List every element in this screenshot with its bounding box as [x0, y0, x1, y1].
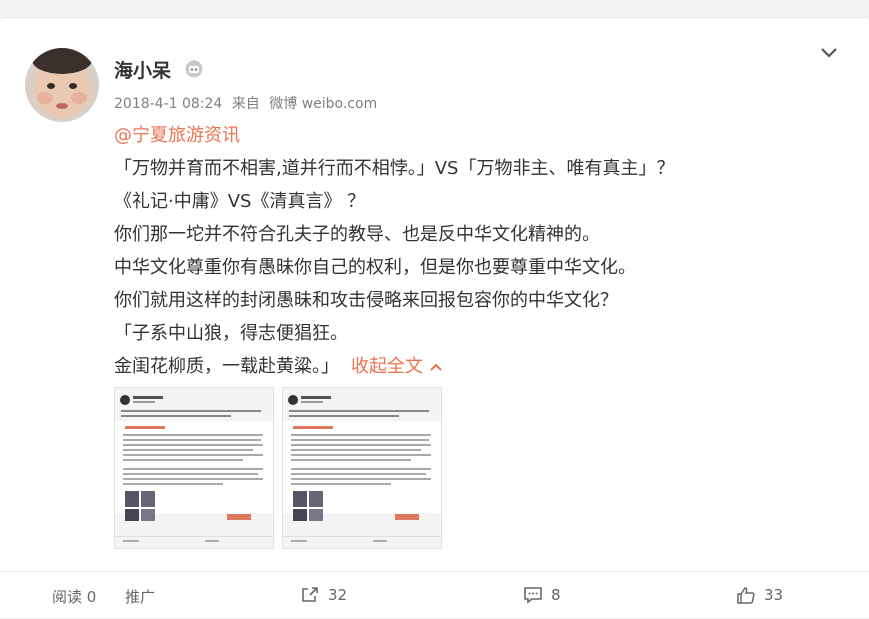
post-line: 「子系中山狼，得志便猖狂。	[114, 323, 348, 344]
collapse-link[interactable]: 收起全文	[351, 356, 443, 377]
comment-count: 8	[551, 586, 561, 604]
robot-badge-icon	[185, 59, 203, 78]
repost-count: 32	[328, 586, 348, 604]
post-date[interactable]: 2018-4-1 08:24	[114, 96, 222, 112]
collapse-label: 收起全文	[351, 356, 423, 377]
promote-button[interactable]: 推广	[125, 586, 155, 607]
screenshot-image	[115, 388, 273, 548]
screenshot-image	[283, 388, 441, 548]
post-line: 你们那一坨并不符合孔夫子的教导、也是反中华文化精神的。	[114, 224, 600, 245]
weibo-post-card: 海小呆 2018-4-1 08:24 来自 微博 weibo.com @宁夏旅游…	[0, 17, 869, 618]
mention-link[interactable]: @宁夏旅游资讯	[114, 125, 240, 146]
share-icon	[302, 587, 318, 602]
source-prefix: 来自	[231, 96, 260, 112]
post-line: 金闺花柳质，一载赴黄粱。」	[114, 356, 339, 377]
post-meta: 2018-4-1 08:24 来自 微博 weibo.com	[114, 93, 382, 113]
post-source[interactable]: 微博 weibo.com	[269, 96, 377, 112]
read-count-value: 0	[86, 587, 97, 606]
post-line: 你们就用这样的封闭愚昧和攻击侵略来回报包容你的中华文化？	[114, 290, 618, 311]
comment-icon	[524, 587, 542, 604]
image-gallery	[114, 387, 442, 549]
comment-button[interactable]: 8	[523, 586, 561, 604]
like-count: 33	[764, 586, 784, 604]
post-line: 中华文化尊重你有愚昧你自己的权利，但是你也要尊重中华文化。	[114, 257, 636, 278]
post-line: 「万物并育而不相害,道并行而不相悖。」VS「万物非主、唯有真主」？	[114, 158, 675, 179]
chevron-up-icon	[430, 363, 442, 371]
post-content: @宁夏旅游资讯 「万物并育而不相害,道并行而不相悖。」VS「万物非主、唯有真主」…	[114, 119, 834, 383]
author-name[interactable]: 海小呆	[114, 56, 171, 83]
read-label: 阅读	[52, 588, 83, 606]
read-count: 阅读 0	[52, 586, 96, 607]
avatar[interactable]	[25, 48, 99, 122]
chevron-down-icon[interactable]	[819, 45, 839, 61]
like-button[interactable]: 33	[736, 586, 783, 604]
repost-button[interactable]: 32	[300, 586, 347, 604]
promote-label: 推广	[125, 588, 156, 606]
image-thumbnail[interactable]	[282, 387, 442, 549]
post-line: 《礼记·中庸》VS《清真言》 ？	[114, 191, 366, 212]
thumbs-up-icon	[737, 587, 755, 604]
post-footer: 阅读 0 推广 32 8 33	[0, 571, 869, 619]
image-thumbnail[interactable]	[114, 387, 274, 549]
